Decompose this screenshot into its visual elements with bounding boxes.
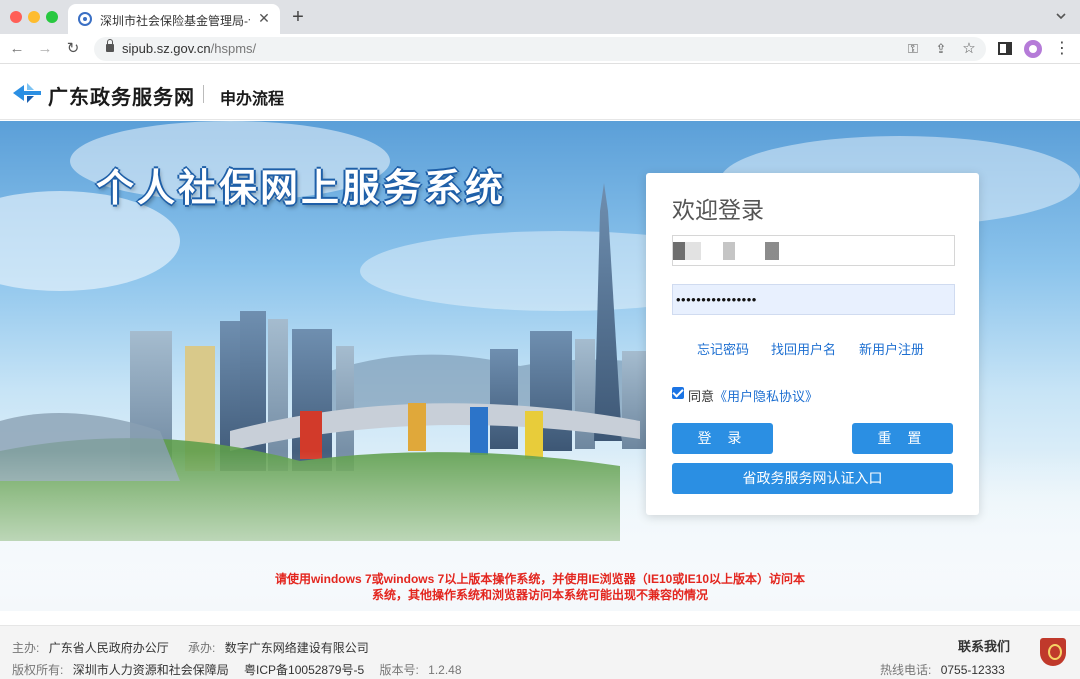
url-text[interactable]: sipub.sz.gov.cn/hspms/ <box>122 41 256 56</box>
hotline-value: 0755-12333 <box>940 663 1005 677</box>
host-value: 广东省人民政府办公厅 <box>48 641 169 655</box>
back-arrow-icon[interactable]: ← <box>8 40 26 58</box>
address-bar[interactable]: sipub.sz.gov.cn/hspms/ ⚿ ⇪ ☆ <box>94 37 986 61</box>
notice-line-1: 请使用windows 7或windows 7以上版本操作系统，并使用IE浏览器（… <box>274 572 806 586</box>
site-footer: 主办: 广东省人民政府办公厅 承办: 数字广东网络建设有限公司 版权所有: 深圳… <box>0 625 1080 679</box>
bookmark-star-icon[interactable]: ☆ <box>960 40 978 58</box>
copyright-label: 版权所有: <box>12 663 64 677</box>
masked-username <box>673 242 803 260</box>
maximize-window-button[interactable] <box>46 11 58 23</box>
browser-toolbar: ← → ↻ sipub.sz.gov.cn/hspms/ ⚿ ⇪ ☆ ⋮ <box>0 34 1080 64</box>
browser-tab-bar: 深圳市社会保险基金管理局-个人 ✕ + <box>0 0 1080 34</box>
hero-banner: 个人社保网上服务系统 欢迎登录 •••••••••••••••• 忘记密码 找回… <box>0 121 1080 611</box>
close-window-button[interactable] <box>10 11 22 23</box>
privacy-policy-link[interactable]: 《用户隐私协议》 <box>714 386 818 405</box>
username-input[interactable] <box>672 235 955 266</box>
login-panel: 欢迎登录 •••••••••••••••• 忘记密码 找回用户名 新用户注册 同… <box>646 173 979 515</box>
notice-line-2: 系统，其他操作系统和浏览器访问本系统可能出现不兼容的情况 <box>371 588 708 602</box>
site-header: 广东政务服务网 申办流程 <box>0 65 1080 120</box>
builder-value: 数字广东网络建设有限公司 <box>224 641 369 655</box>
forward-arrow-icon[interactable]: → <box>36 40 54 58</box>
guangdong-logo-icon[interactable] <box>12 82 42 104</box>
login-title: 欢迎登录 <box>672 197 764 223</box>
builder-label: 承办: <box>188 641 216 655</box>
host-label: 主办: <box>12 641 40 655</box>
version-label: 版本号: <box>379 663 419 677</box>
find-username-link[interactable]: 找回用户名 <box>771 339 836 358</box>
more-menu-icon[interactable]: ⋮ <box>1054 40 1070 58</box>
reset-button[interactable]: 重 置 <box>852 423 953 454</box>
side-panel-icon[interactable] <box>998 42 1012 55</box>
lock-icon[interactable] <box>106 39 114 52</box>
police-badge-icon[interactable] <box>1040 638 1066 666</box>
hotline: 热线电话: 0755-12333 <box>880 661 1005 678</box>
banner-title: 个人社保网上服务系统 <box>96 168 507 210</box>
profile-avatar[interactable] <box>1024 40 1042 58</box>
register-link[interactable]: 新用户注册 <box>859 339 924 358</box>
icp-number[interactable]: 粤ICP备10052879号-5 <box>244 661 364 678</box>
hotline-label: 热线电话: <box>880 663 932 677</box>
compatibility-notice: 请使用windows 7或windows 7以上版本操作系统，并使用IE浏览器（… <box>0 571 1080 603</box>
site-name[interactable]: 广东政务服务网 <box>48 81 195 110</box>
province-auth-button[interactable]: 省政务服务网认证入口 <box>672 463 953 494</box>
tab-search-chevron-icon[interactable] <box>1054 9 1068 23</box>
password-input[interactable]: •••••••••••••••• <box>672 284 955 315</box>
footer-copyright: 版权所有: 深圳市人力资源和社会保障局 粤ICP备10052879号-5 版本号… <box>12 661 478 678</box>
password-value: •••••••••••••••• <box>676 292 757 307</box>
login-button[interactable]: 登 录 <box>672 423 773 454</box>
version-value: 1.2.48 <box>428 663 462 677</box>
header-divider <box>203 85 204 103</box>
minimize-window-button[interactable] <box>28 11 40 23</box>
site-favicon-icon <box>78 12 92 26</box>
account-links: 忘记密码 找回用户名 新用户注册 <box>646 339 979 359</box>
footer-organizers: 主办: 广东省人民政府办公厅 承办: 数字广东网络建设有限公司 <box>12 639 385 656</box>
copyright-value: 深圳市人力资源和社会保障局 <box>72 663 229 677</box>
process-nav-link[interactable]: 申办流程 <box>220 85 284 109</box>
share-icon[interactable]: ⇪ <box>932 40 950 58</box>
forgot-password-link[interactable]: 忘记密码 <box>697 339 749 358</box>
reload-icon[interactable]: ↻ <box>64 40 82 58</box>
browser-tab[interactable]: 深圳市社会保险基金管理局-个人 ✕ <box>68 4 280 34</box>
close-tab-icon[interactable]: ✕ <box>256 10 272 26</box>
new-tab-button[interactable]: + <box>288 7 308 27</box>
key-icon[interactable]: ⚿ <box>904 40 922 58</box>
contact-us-link[interactable]: 联系我们 <box>958 636 1010 655</box>
agree-label: 同意 <box>688 389 715 404</box>
tab-title: 深圳市社会保险基金管理局-个人 <box>100 14 250 28</box>
agree-checkbox[interactable] <box>672 387 684 399</box>
